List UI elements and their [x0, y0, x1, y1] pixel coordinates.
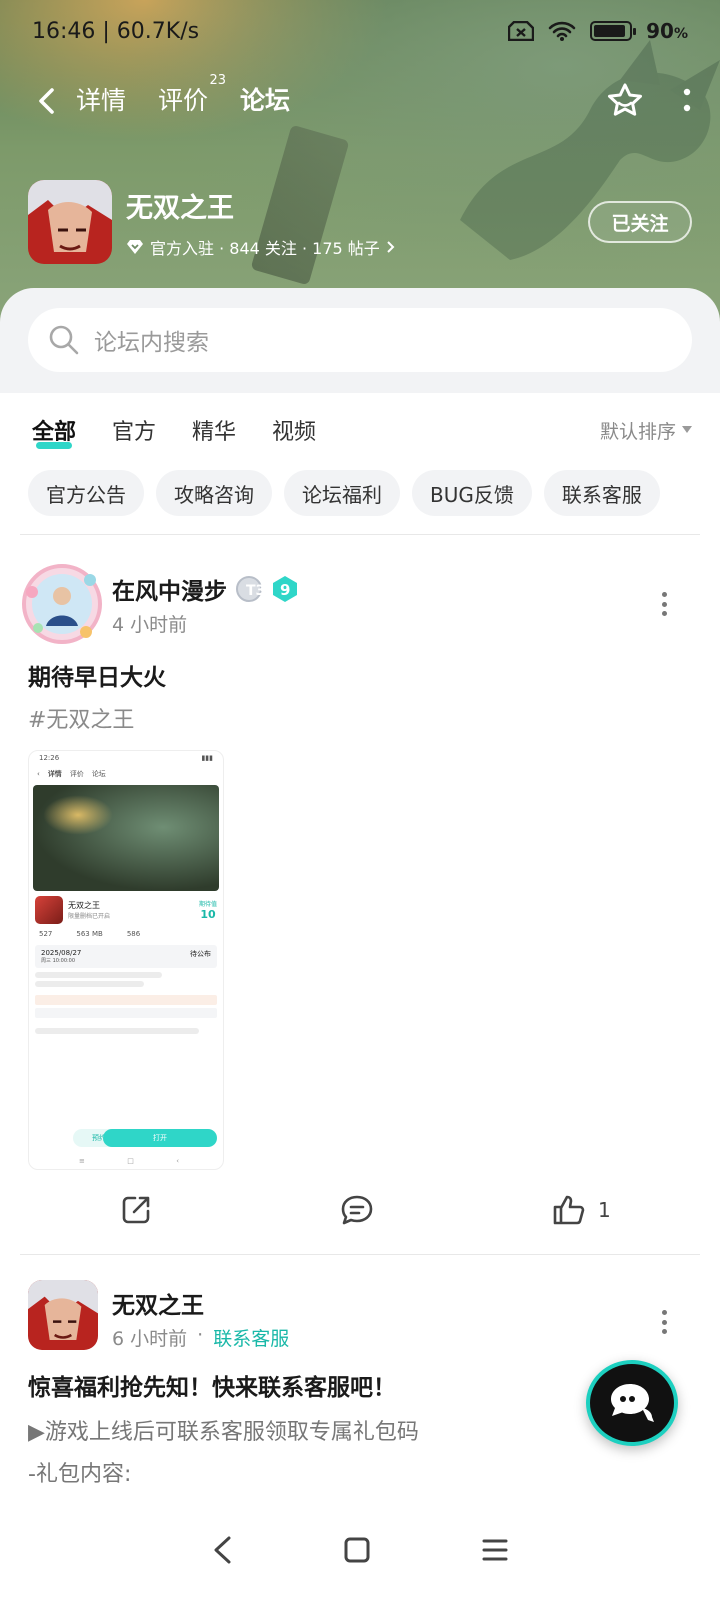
no-sim-icon [508, 21, 535, 41]
top-nav: 详情 评价 23 论坛 [28, 73, 692, 126]
level-badge-icon: T3 [236, 576, 263, 602]
post-author[interactable]: 在风中漫步 T3 9 [112, 572, 299, 606]
svg-text:9: 9 [280, 581, 290, 599]
post-title: 惊喜福利抢先知！快来联系客服吧！ [28, 1375, 396, 1401]
post-more-button[interactable] [660, 1310, 668, 1334]
diamond-verified-icon [127, 239, 143, 254]
filter-tab-video[interactable]: 视频 [272, 414, 316, 446]
follow-button[interactable]: 已关注 [588, 201, 692, 243]
header-banner [0, 0, 720, 330]
favorite-star-icon[interactable] [606, 82, 644, 120]
post-more-button[interactable] [660, 592, 668, 616]
game-info: 无双之王 官方入驻 · 844 关注 · 175 帖子 已关注 [28, 180, 692, 264]
tab-details[interactable]: 详情 [76, 81, 126, 121]
search-placeholder: 论坛内搜索 [94, 330, 209, 356]
chip-strategy[interactable]: 攻略咨询 [156, 470, 272, 516]
sort-dropdown[interactable]: 默认排序 [600, 417, 692, 444]
post-body-line: ▶游戏上线后可联系客服领取专属礼包码 [28, 1420, 419, 1445]
divider [20, 534, 700, 535]
comment-button[interactable] [340, 1190, 374, 1230]
avatar[interactable] [28, 1280, 98, 1350]
system-nav-bar [0, 1500, 720, 1600]
game-name: 无双之王 [126, 192, 234, 224]
post-body-line: -礼包内容: [28, 1462, 132, 1487]
divider [20, 1254, 700, 1255]
post-title: 期待早日大火 [28, 665, 166, 691]
battery-icon [590, 21, 637, 41]
thumbs-up-icon [553, 1195, 585, 1225]
avatar[interactable] [20, 562, 104, 646]
filter-tabs: 全部 官方 精华 视频 默认排序 [32, 408, 692, 452]
share-button[interactable] [120, 1190, 152, 1230]
tab-forum[interactable]: 论坛 [238, 81, 293, 125]
comment-icon [341, 1195, 373, 1225]
back-button[interactable] [28, 81, 64, 121]
post-hashtag[interactable]: #无双之王 [28, 702, 134, 734]
category-chips: 官方公告 攻略咨询 论坛福利 BUG反馈 联系客服 [28, 470, 700, 516]
reviews-count-badge: 23 [209, 73, 227, 88]
battery-percent: 90% [646, 19, 688, 43]
filter-tab-official[interactable]: 官方 [112, 414, 156, 446]
post-image[interactable]: 12:26 ▮▮▮ ‹ 详情 评价 论坛 无双之王 限量删档已开启 期待值 10 … [28, 750, 224, 1170]
system-back-icon[interactable] [211, 1535, 233, 1565]
filter-tab-featured[interactable]: 精华 [192, 414, 236, 446]
search-icon [49, 325, 79, 355]
system-menu-icon[interactable] [481, 1537, 509, 1563]
filter-tab-all[interactable]: 全部 [32, 414, 76, 449]
chat-bubble-icon [611, 1384, 654, 1422]
game-icon[interactable] [28, 180, 112, 264]
chip-contact-support[interactable]: 联系客服 [543, 470, 660, 516]
post-time: 6 小时前 · 联系客服 [112, 1324, 290, 1351]
rank-badge-icon: 9 [273, 576, 297, 602]
back-arrow-icon [39, 88, 54, 114]
post-time: 4 小时前 [112, 614, 188, 636]
chip-forum-benefits[interactable]: 论坛福利 [284, 470, 400, 516]
wifi-icon [548, 21, 576, 41]
status-bar: 16:46 | 60.7K/s 90% [32, 14, 688, 48]
like-count: 1 [598, 1198, 611, 1222]
search-input[interactable]: 论坛内搜索 [28, 308, 692, 372]
status-time: 16:46 | 60.7K/s [32, 18, 200, 44]
svg-text:T3: T3 [246, 583, 263, 599]
like-button[interactable]: 1 [552, 1190, 611, 1230]
share-icon [122, 1196, 150, 1224]
game-stats-link[interactable]: 官方入驻 · 844 关注 · 175 帖子 [126, 235, 396, 259]
caret-down-icon [682, 426, 692, 433]
system-home-icon[interactable] [343, 1536, 371, 1564]
post-author[interactable]: 无双之王 [112, 1286, 204, 1320]
post-actions: 1 [0, 1190, 720, 1230]
chevron-right-icon [387, 240, 395, 253]
chip-official-notice[interactable]: 官方公告 [28, 470, 144, 516]
more-vertical-icon[interactable] [682, 86, 692, 116]
post-category[interactable]: 联系客服 [213, 1324, 289, 1351]
screenshot-banner [33, 785, 219, 891]
tab-reviews[interactable]: 评价 23 [158, 73, 226, 121]
chat-assistant-button[interactable] [586, 1360, 678, 1446]
chip-bug-report[interactable]: BUG反馈 [412, 470, 532, 516]
